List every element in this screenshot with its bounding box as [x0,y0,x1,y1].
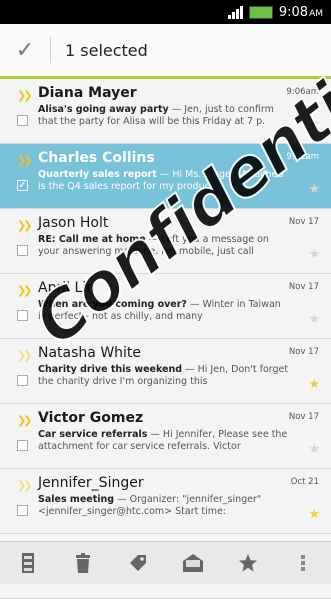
email-snippet: Quarterly sales report — Hi Ms. Singer, … [38,169,290,193]
row-checkbox[interactable] [17,505,28,516]
email-list: ❯❯ Diana Mayer 9:06am Alisa's going away pa… [0,79,331,599]
row-checkbox[interactable] [17,440,28,451]
priority-chevron-icon: ❯❯ [17,154,33,167]
priority-chevron-icon: ❯❯ [17,284,33,297]
selection-bar: ✓ 1 selected [0,24,331,79]
priority-chevron-icon: ❯❯ [17,219,33,232]
row-checkbox[interactable]: ✓ [17,180,28,191]
email-date: Nov 17 [288,217,319,227]
email-row[interactable]: ❯❯ Natasha White Nov 17 Charity drive this … [0,339,331,404]
email-snippet: Sales meeting — Organizer: "jennifer_sin… [38,494,290,518]
divider [50,37,51,63]
email-snippet: Alisa's going away party — Jen, just to … [38,104,290,128]
email-subject: Sales meeting [38,494,115,505]
label-button[interactable] [118,546,158,580]
status-bar: 9:08AM [0,0,331,24]
email-subject: Charity drive this weekend [38,364,183,375]
star-button[interactable] [228,546,268,580]
star-icon [239,554,258,572]
email-subject: Car service referrals [38,429,148,440]
row-checkbox[interactable] [17,310,28,321]
email-date: 9:02am [286,152,319,162]
sender-name: Natasha White [38,345,142,361]
email-row[interactable]: ❯❯ Victor Gomez Nov 17 Car service referral… [0,404,331,469]
row-checkbox[interactable] [17,115,28,126]
email-snippet: Charity drive this weekend — Hi Jen, Don… [38,364,290,388]
email-subject: Quarterly sales report [38,169,157,180]
signal-icon [227,5,243,19]
email-subject: Alisa's going away party [38,104,169,115]
check-icon[interactable]: ✓ [0,38,50,63]
email-date: Oct 21 [290,477,319,487]
delete-icon [75,553,90,573]
star-toggle-icon[interactable]: ★ [308,442,320,457]
clock: 9:08AM [278,4,323,20]
more-icon [301,555,306,571]
mark-read-icon [183,554,204,572]
email-date: Nov 17 [288,347,319,357]
email-snippet: Car service referrals — Hi Jennifer, Ple… [38,429,290,453]
email-row[interactable]: ❯❯ Diana Mayer 9:06am Alisa's going away pa… [0,79,331,144]
move-to-folder-icon [21,553,34,573]
more-button[interactable] [283,546,323,580]
email-subject: When are you coming over? [38,299,187,310]
star-toggle-icon[interactable]: ★ [308,507,320,522]
delete-button[interactable] [63,546,103,580]
label-icon [129,555,146,571]
star-toggle-icon[interactable]: ★ [308,247,320,262]
email-snippet: When are you coming over? — Winter in Ta… [38,299,290,323]
star-toggle-icon[interactable]: ★ [308,182,320,197]
priority-chevron-icon: ❯❯ [17,479,33,492]
sender-name: Diana Mayer [38,85,137,101]
move-to-folder-button[interactable] [8,546,48,580]
sender-name: Victor Gomez [38,410,144,426]
email-row[interactable]: ❯❯ Charles Collins 9:02am Quarterly sales r… [0,144,331,209]
email-date: Nov 17 [288,412,319,422]
sender-name: Jennifer_Singer [38,475,144,491]
star-toggle-icon[interactable]: ★ [308,312,320,327]
email-snippet: RE: Call me at home — Left you a message… [38,234,290,258]
sender-name: Jason Holt [38,215,109,231]
email-row[interactable]: ❯❯ Jennifer_Singer Oct 21 Sales meeting — O… [0,469,331,534]
email-subject: RE: Call me at home [38,234,146,245]
bottom-toolbar [0,541,331,584]
row-checkbox[interactable] [17,245,28,256]
sender-name: Charles Collins [38,150,155,166]
sender-name: April Lin [38,280,96,296]
email-date: Nov 17 [288,282,319,292]
priority-chevron-icon: ❯❯ [17,414,33,427]
star-toggle-icon[interactable]: ★ [308,377,320,392]
priority-chevron-icon: ❯❯ [17,349,33,362]
selected-count: 1 selected [65,40,148,60]
priority-chevron-icon: ❯❯ [17,89,33,102]
email-row[interactable]: ❯❯ Jason Holt Nov 17 RE: Call me at home — … [0,209,331,274]
email-row[interactable]: ❯❯ April Lin Nov 17 When are you coming ove… [0,274,331,339]
star-toggle-icon[interactable]: ★ [308,117,320,132]
row-checkbox[interactable] [17,375,28,386]
email-date: 9:06am [286,87,319,97]
mark-read-button[interactable] [173,546,213,580]
battery-icon [248,5,273,19]
